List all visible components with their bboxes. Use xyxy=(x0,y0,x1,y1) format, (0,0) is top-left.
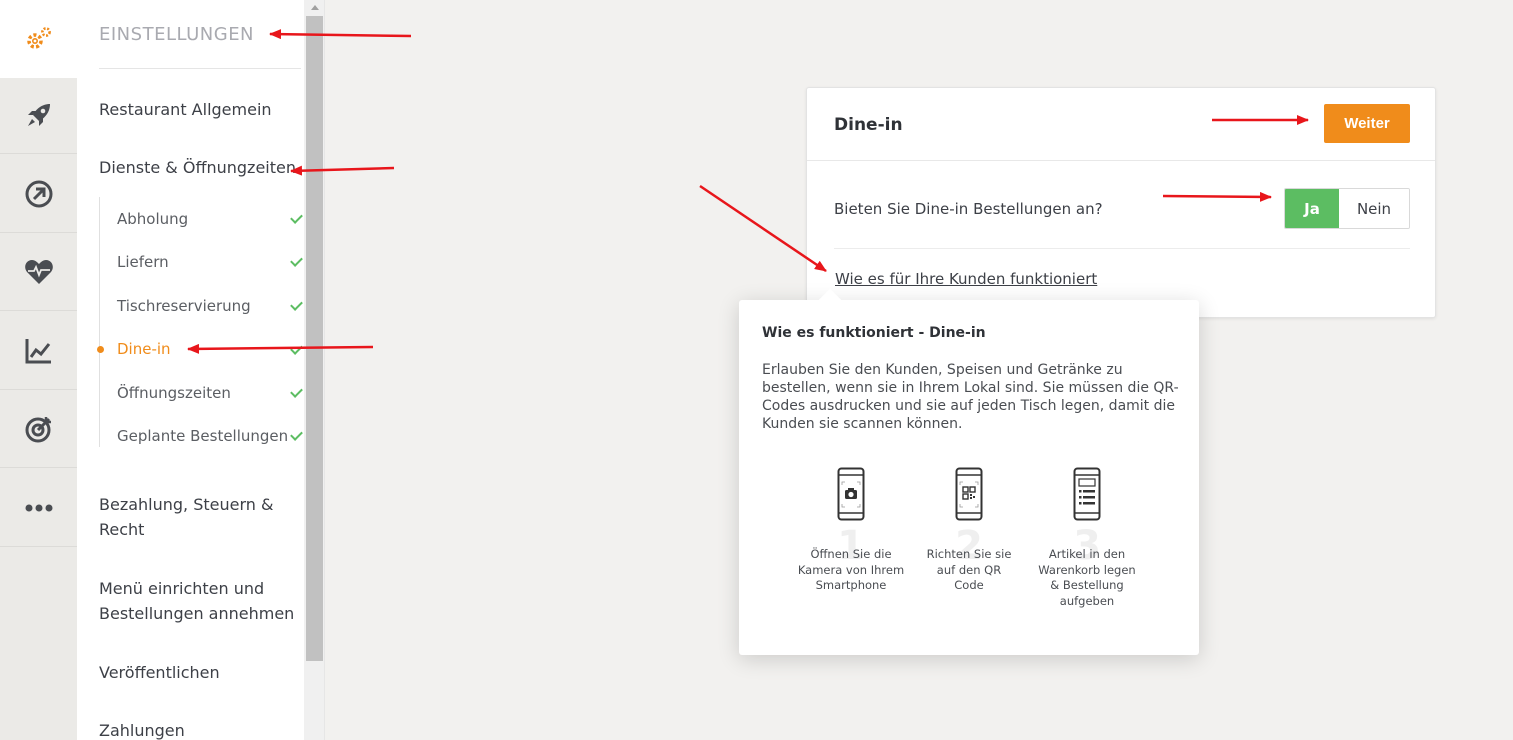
scroll-up-icon[interactable] xyxy=(311,5,319,10)
step-label: Artikel in den Warenkorb legen & Bestell… xyxy=(1032,547,1142,609)
step-2: 2 Richten Sie sie auf den QR Code xyxy=(914,465,1024,615)
step-label: Richten Sie sie auf den QR Code xyxy=(914,547,1024,594)
step-label-line: Kamera von Ihrem xyxy=(797,562,905,577)
settings-panel: EINSTELLUNGEN Restaurant Allgemein Diens… xyxy=(77,0,304,740)
divider xyxy=(834,248,1410,249)
step-label-line: aufgeben xyxy=(1059,593,1115,608)
rail-item-settings[interactable] xyxy=(0,0,77,78)
gears-icon xyxy=(23,25,55,53)
divider xyxy=(99,68,301,69)
toggle-no-button[interactable]: Nein xyxy=(1339,189,1409,228)
toggle-yes-button[interactable]: Ja xyxy=(1285,189,1339,228)
check-icon xyxy=(290,254,303,267)
scroll-thumb[interactable] xyxy=(306,16,323,661)
nav-label-line: Recht xyxy=(99,520,145,539)
settings-title: EINSTELLUNGEN xyxy=(99,24,255,45)
step-label-line: Öffnen Sie die xyxy=(810,547,892,561)
phone-list-icon xyxy=(1073,467,1101,525)
nav-payments[interactable]: Zahlungen xyxy=(99,718,185,740)
rail-item-more[interactable] xyxy=(0,469,77,547)
rail-item-analytics[interactable] xyxy=(0,312,77,390)
active-dot-icon xyxy=(97,346,104,353)
subnav-item-table-reservation[interactable]: Tischreservierung xyxy=(117,297,251,315)
nav-services-hours[interactable]: Dienste & Öffnungzeiten xyxy=(99,155,296,180)
target-icon xyxy=(24,414,54,444)
how-it-works-link[interactable]: Wie es für Ihre Kunden funktioniert xyxy=(835,270,1097,288)
check-icon xyxy=(290,428,303,441)
chart-line-icon xyxy=(24,337,54,365)
panel-scrollbar[interactable] xyxy=(304,0,325,740)
rocket-icon xyxy=(24,100,54,130)
subnav-item-scheduled-orders[interactable]: Geplante Bestellungen xyxy=(117,427,288,445)
step-label-line: Warenkorb legen xyxy=(1038,562,1136,577)
more-dots-icon xyxy=(24,503,54,513)
dine-in-card: Dine-in Weiter Bieten Sie Dine-in Bestel… xyxy=(806,87,1436,318)
nav-label-line: Bezahlung, Steuern & xyxy=(99,495,274,514)
step-label-line: Smartphone xyxy=(815,578,887,592)
check-icon xyxy=(290,342,303,355)
phone-qr-icon xyxy=(955,467,983,525)
nav-label-line: Bestellungen annehmen xyxy=(99,604,295,623)
popover-description: Erlauben Sie den Kunden, Speisen und Get… xyxy=(762,362,1179,432)
phone-camera-icon xyxy=(837,467,865,525)
step-label-line: Code xyxy=(954,578,984,592)
check-icon xyxy=(290,385,303,398)
step-label-line: & Bestellung xyxy=(1050,578,1124,592)
nav-publish[interactable]: Veröffentlichen xyxy=(99,660,220,685)
yes-no-toggle: Ja Nein xyxy=(1284,188,1410,229)
nav-restaurant-general[interactable]: Restaurant Allgemein xyxy=(99,97,272,122)
circle-arrow-icon xyxy=(24,179,54,209)
subnav-item-opening-hours[interactable]: Öffnungszeiten xyxy=(117,384,231,402)
step-label: Öffnen Sie die Kamera von Ihrem Smartpho… xyxy=(796,547,906,594)
nav-menu-setup[interactable]: Menü einrichten und Bestellungen annehme… xyxy=(99,576,294,626)
rail-item-marketing[interactable] xyxy=(0,390,77,468)
check-icon xyxy=(290,211,303,224)
subnav-item-delivery[interactable]: Liefern xyxy=(117,253,169,271)
subnav-item-dine-in[interactable]: Dine-in xyxy=(117,340,171,358)
subnav-line xyxy=(99,197,100,447)
step-label-line: Richten Sie sie xyxy=(926,547,1012,561)
rail-item-growth[interactable] xyxy=(0,155,77,233)
rail-item-health[interactable] xyxy=(0,233,77,311)
dine-in-question: Bieten Sie Dine-in Bestellungen an? xyxy=(834,200,1103,218)
check-icon xyxy=(290,298,303,311)
step-label-line: Artikel in den xyxy=(1048,547,1126,561)
heart-pulse-icon xyxy=(24,258,54,286)
next-button[interactable]: Weiter xyxy=(1324,104,1410,143)
nav-payment-tax-legal[interactable]: Bezahlung, Steuern & Recht xyxy=(99,492,273,542)
rail-item-launch[interactable] xyxy=(0,76,77,154)
card-header: Dine-in Weiter xyxy=(807,88,1435,161)
how-it-works-popover: Wie es funktioniert - Dine-in Erlauben S… xyxy=(739,288,1199,655)
step-label-line: auf den QR xyxy=(936,562,1002,577)
nav-label-line: Menü einrichten und xyxy=(99,579,265,598)
icon-rail xyxy=(0,0,77,740)
card-title: Dine-in xyxy=(834,115,903,135)
step-3: 3 Artikel in den Warenkorb legen & Beste… xyxy=(1032,465,1142,615)
subnav-item-pickup[interactable]: Abholung xyxy=(117,210,188,228)
popover-title: Wie es funktioniert - Dine-in xyxy=(762,325,986,341)
step-1: 1 Öffnen Sie die Kamera von Ihrem Smartp… xyxy=(796,465,906,615)
